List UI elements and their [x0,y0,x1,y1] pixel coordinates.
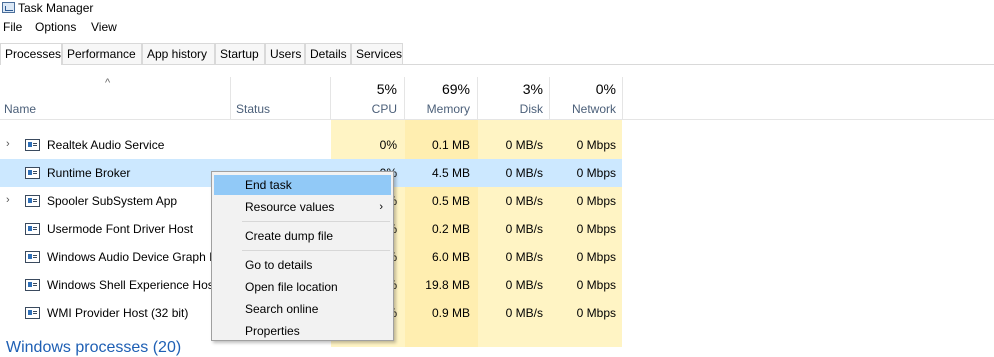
memory-value: 19.8 MB [425,278,470,292]
header-status[interactable]: Status [236,102,270,116]
process-icon [25,167,40,179]
disk-value: 0 MB/s [505,166,543,180]
column-divider [230,77,231,120]
menu-item-resource-values[interactable]: Resource values › [214,197,391,217]
tab-strip: Processes Performance App history Startu… [0,43,994,65]
process-icon [25,139,40,151]
header-network-pct[interactable]: 0% [550,81,616,97]
sort-ascending-icon: ^ [105,77,111,89]
memory-value: 0.5 MB [431,194,470,208]
menu-item-create-dump-file[interactable]: Create dump file [214,226,391,246]
process-icon [25,307,40,319]
process-icon [25,195,40,207]
task-manager-icon [2,2,15,13]
header-network[interactable]: Network [550,102,616,116]
disk-value: 0 MB/s [505,278,543,292]
tab-services[interactable]: Services [351,43,403,64]
process-icon [25,251,40,263]
disk-value: 0 MB/s [505,194,543,208]
tab-processes[interactable]: Processes [0,43,62,65]
menu-item-resource-values-label: Resource values [245,200,335,214]
tab-users[interactable]: Users [265,43,305,64]
cpu-value: 0% [379,138,397,152]
network-value: 0 Mbps [576,250,616,264]
process-name: Windows Shell Experience Host [47,278,218,292]
memory-value: 4.5 MB [431,166,470,180]
window-title: Task Manager [18,1,94,15]
process-name: Usermode Font Driver Host [47,222,194,236]
disk-value: 0 MB/s [505,250,543,264]
menu-separator [242,221,390,222]
network-value: 0 Mbps [576,166,616,180]
column-header: ^ Name Status 5% CPU 69% Memory 3% Disk … [0,77,994,120]
column-divider [330,77,331,120]
column-divider [477,77,478,120]
menu-item-properties[interactable]: Properties [214,321,391,341]
network-value: 0 Mbps [576,194,616,208]
menu-item-go-to-details[interactable]: Go to details [214,255,391,275]
section-header-windows-processes[interactable]: Windows processes (20) [6,339,181,357]
process-name: WMI Provider Host (32 bit) [47,306,189,320]
expand-chevron-icon[interactable]: › [6,138,10,150]
header-cpu[interactable]: CPU [331,102,397,116]
disk-value: 0 MB/s [505,306,543,320]
process-icon [25,279,40,291]
disk-value: 0 MB/s [505,222,543,236]
header-cpu-pct[interactable]: 5% [331,81,397,97]
process-name: Runtime Broker [47,166,131,180]
header-memory-pct[interactable]: 69% [405,81,470,97]
memory-value: 0.1 MB [431,138,470,152]
menu-separator [242,250,390,251]
submenu-arrow-icon: › [379,201,383,213]
tab-performance[interactable]: Performance [62,43,142,64]
title-bar: Task Manager [0,0,994,18]
menu-item-end-task[interactable]: End task [214,175,391,195]
header-disk[interactable]: Disk [478,102,543,116]
network-value: 0 Mbps [576,306,616,320]
menu-options[interactable]: Options [35,20,76,34]
column-divider [622,77,623,120]
memory-value: 0.9 MB [431,306,470,320]
column-divider [404,77,405,120]
menu-item-open-file-location[interactable]: Open file location [214,277,391,297]
context-menu: End task Resource values › Create dump f… [211,171,394,341]
network-value: 0 Mbps [576,222,616,236]
menu-file[interactable]: File [3,20,22,34]
tab-app-history[interactable]: App history [142,43,215,64]
header-name[interactable]: Name [4,102,36,116]
expand-chevron-icon[interactable]: › [6,194,10,206]
memory-value: 0.2 MB [431,222,470,236]
network-value: 0 Mbps [576,138,616,152]
disk-value: 0 MB/s [505,138,543,152]
header-memory[interactable]: Memory [405,102,470,116]
network-value: 0 Mbps [576,278,616,292]
column-divider [549,77,550,120]
process-name: Spooler SubSystem App [47,194,178,208]
header-disk-pct[interactable]: 3% [478,81,543,97]
memory-value: 6.0 MB [431,250,470,264]
process-name: Realtek Audio Service [47,138,165,152]
tab-details[interactable]: Details [305,43,351,64]
tab-startup[interactable]: Startup [215,43,265,64]
process-icon [25,223,40,235]
menu-view[interactable]: View [91,20,117,34]
menu-item-search-online[interactable]: Search online [214,299,391,319]
table-row[interactable]: › Realtek Audio Service 0% 0.1 MB 0 MB/s… [0,131,622,159]
